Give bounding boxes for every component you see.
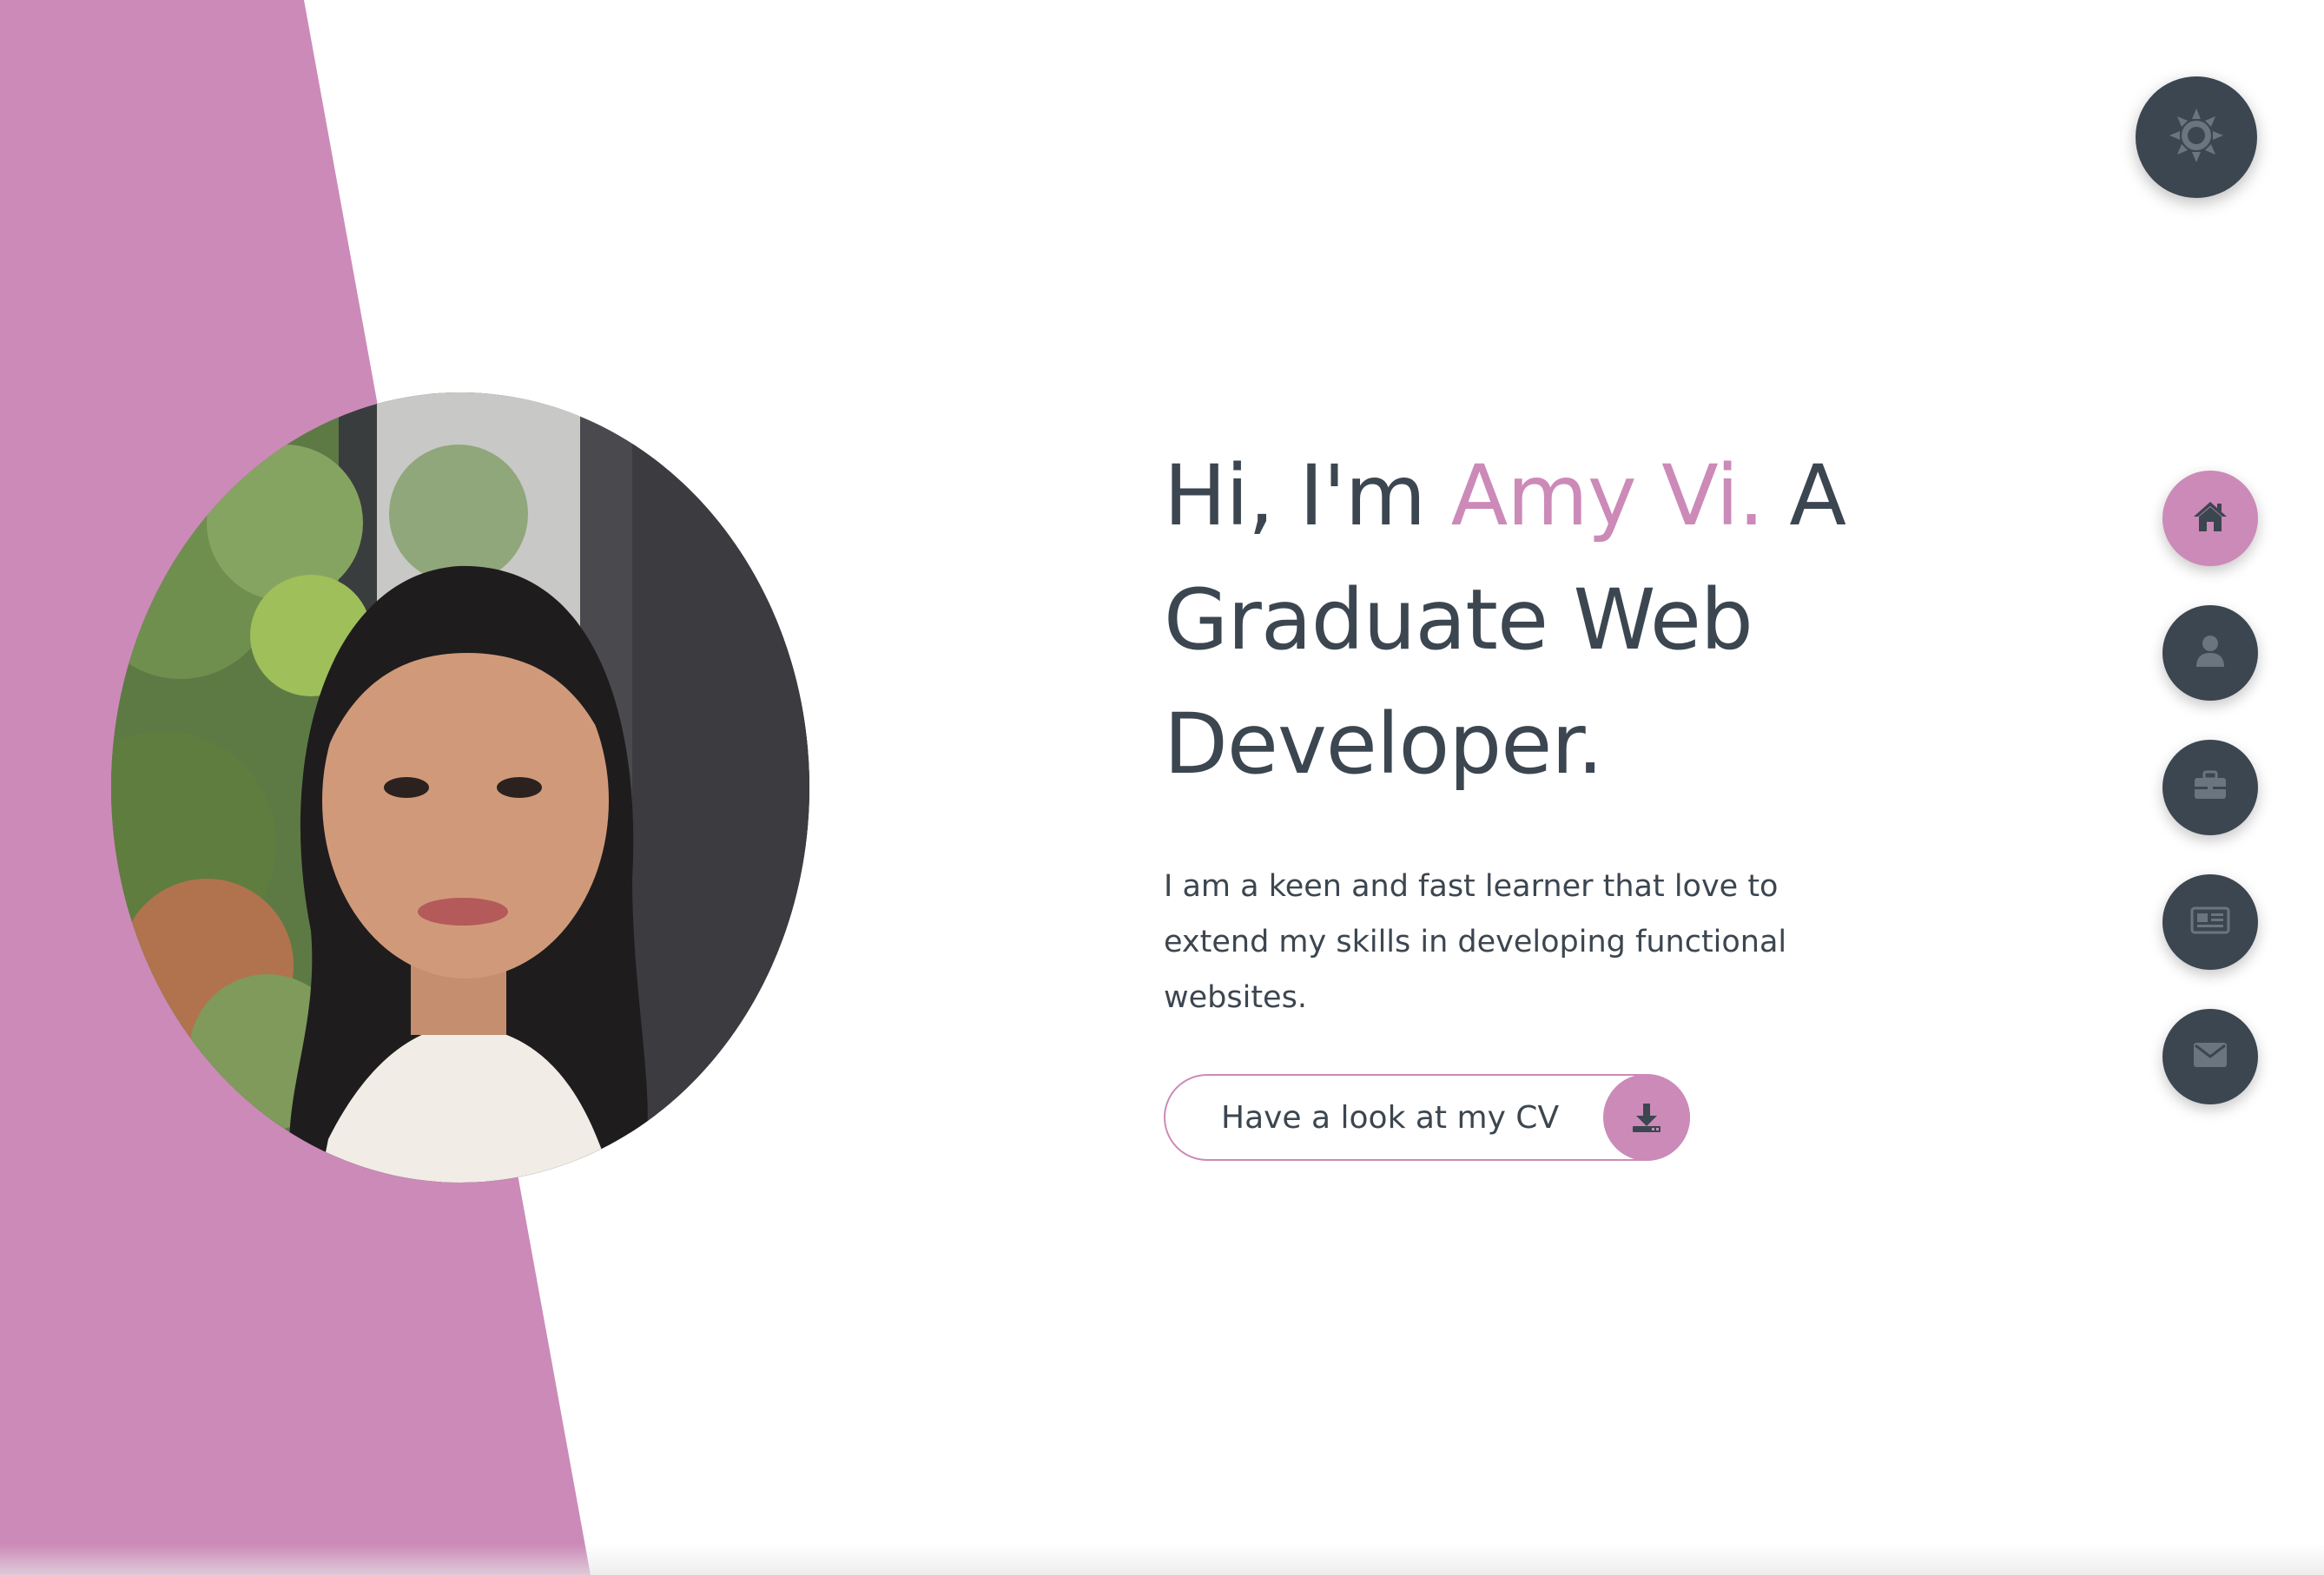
download-cv-button[interactable]: Have a look at my CV [1164,1074,1690,1161]
nav-contact-button[interactable] [2162,1009,2258,1104]
home-icon [2192,500,2228,537]
profile-photo [111,392,809,1183]
nav-home-button[interactable] [2162,471,2258,566]
home-page: Hi, I'm Amy Vi. A Graduate Web Developer… [0,0,2324,1575]
hero-title-prefix: Hi, I'm [1164,447,1451,544]
sun-icon [2168,107,2225,168]
hero-description: I am a keen and fast learner that love t… [1164,869,1787,1015]
user-icon [2195,634,2226,672]
hero-name: Amy Vi. [1450,447,1765,544]
nav-about-button[interactable] [2162,605,2258,701]
hero-title: Hi, I'm Amy Vi. A Graduate Web Developer… [1164,434,1911,807]
newspaper-icon [2190,906,2230,939]
envelope-icon [2192,1041,2228,1072]
nav-portfolio-button[interactable] [2162,740,2258,835]
bottom-shade [0,1544,2324,1575]
hero-section: Hi, I'm Amy Vi. A Graduate Web Developer… [1164,434,1911,1161]
briefcase-icon [2193,770,2228,805]
theme-toggle-button[interactable] [2136,76,2257,198]
cv-button-label: Have a look at my CV [1221,1099,1560,1136]
nav-blogs-button[interactable] [2162,874,2258,970]
download-icon [1603,1074,1690,1161]
side-navigation [2162,471,2258,1143]
